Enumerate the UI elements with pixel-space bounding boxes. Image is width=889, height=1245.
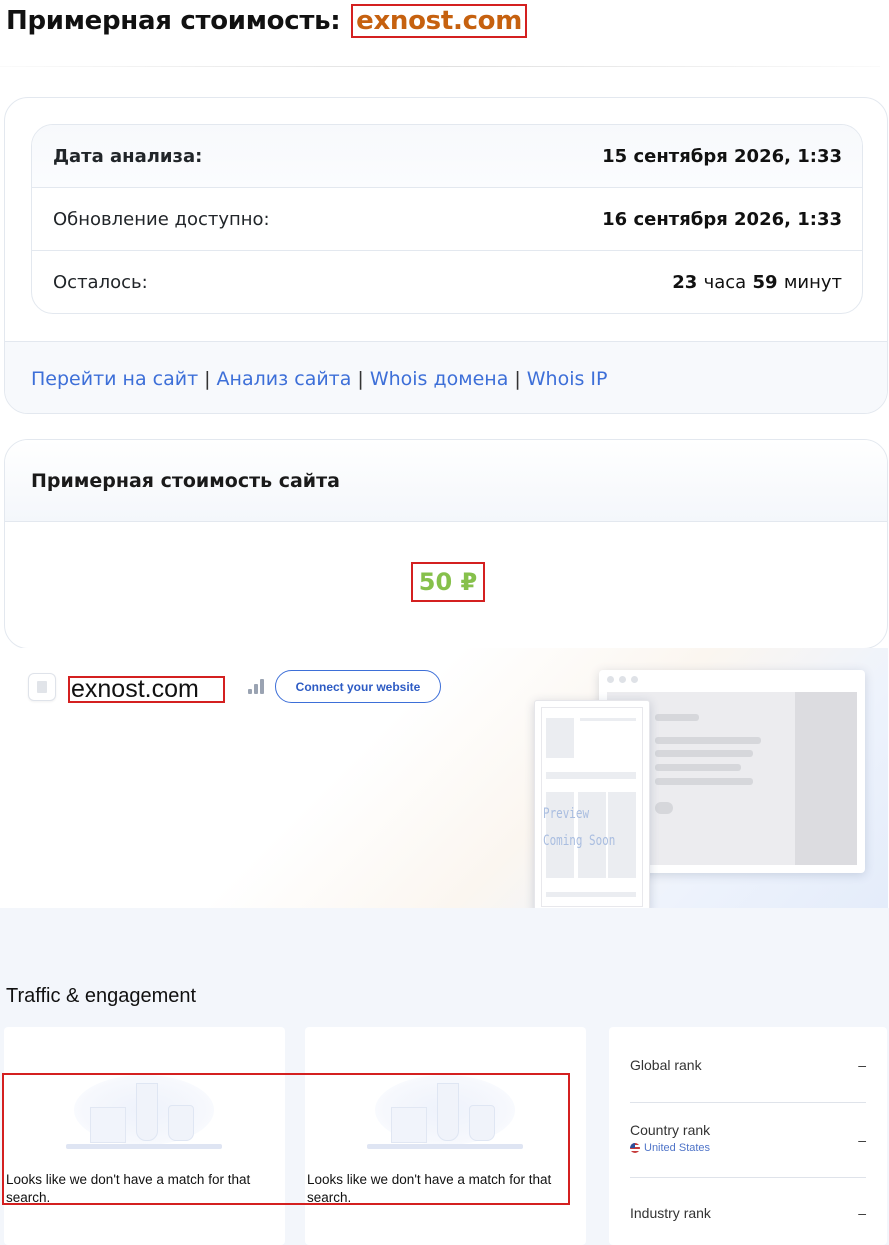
remaining-hours-unit: часа [703, 272, 747, 293]
connect-website-button[interactable]: Connect your website [275, 670, 441, 703]
update-available-row: Обновление доступно: 16 сентября 2026, 1… [32, 188, 862, 251]
page-title: Примерная стоимость: exnost.com [6, 4, 528, 38]
remaining-minutes-unit: минут [783, 272, 842, 293]
link-site-analysis[interactable]: Анализ сайта [217, 368, 352, 390]
link-whois-domain[interactable]: Whois домена [370, 368, 509, 390]
site-preview-hero: exnost.com Connect your website Preview [4, 648, 888, 908]
analysis-date-label: Дата анализа: [53, 145, 203, 167]
hero-domain[interactable]: exnost.com [68, 676, 225, 703]
traffic-card-1: Looks like we don't have a match for tha… [4, 1027, 285, 1245]
page-title-prefix: Примерная стоимость: [6, 6, 341, 36]
remaining-minutes: 59 [752, 272, 778, 293]
analysis-date-row: Дата анализа: 15 сентября 2026, 1:33 [32, 125, 862, 188]
valuation-title: Примерная стоимость сайта [5, 440, 887, 522]
mobile-preview-mockup: Preview Coming Soon [534, 700, 650, 908]
remaining-hours: 23 [672, 272, 698, 293]
rank-card: Global rank – Country rank – United Stat… [609, 1027, 887, 1245]
global-rank-row: Global rank – [630, 1057, 866, 1103]
analysis-info-table: Дата анализа: 15 сентября 2026, 1:33 Обн… [31, 124, 863, 314]
document-icon [28, 673, 56, 701]
link-separator: | [204, 367, 211, 390]
country-name: United States [644, 1142, 711, 1154]
traffic-title: Traffic & engagement [6, 985, 197, 1007]
country-rank-label: Country rank [630, 1122, 711, 1138]
industry-rank-label: Industry rank [630, 1205, 711, 1221]
analysis-card: Дата анализа: 15 сентября 2026, 1:33 Обн… [4, 97, 888, 414]
analysis-date-value: 15 сентября 2026, 1:33 [602, 145, 842, 167]
update-available-label: Обновление доступно: [53, 208, 270, 230]
global-rank-value: – [858, 1057, 866, 1073]
remaining-row: Осталось: 23 часа 59 минут [32, 251, 862, 313]
empty-state-message: Looks like we don't have a match for tha… [6, 1172, 251, 1205]
site-links-bar: Перейти на сайт | Анализ сайта | Whois д… [5, 341, 887, 413]
update-available-value: 16 сентября 2026, 1:33 [602, 208, 842, 230]
empty-state-illustration-icon [66, 1075, 222, 1153]
link-separator: | [357, 367, 364, 390]
us-flag-icon [630, 1143, 640, 1153]
remaining-label: Осталось: [53, 272, 148, 293]
page-title-domain: exnost.com [351, 4, 528, 38]
industry-rank-row: Industry rank – [630, 1205, 866, 1245]
industry-rank-value: – [858, 1205, 866, 1221]
link-go-to-site[interactable]: Перейти на сайт [31, 368, 198, 390]
valuation-card: Примерная стоимость сайта 50 ₽ [4, 439, 888, 649]
link-separator: | [514, 367, 521, 390]
country-selector[interactable]: United States [630, 1142, 866, 1154]
link-whois-ip[interactable]: Whois IP [527, 368, 608, 390]
preview-coming-soon-text: Preview Coming Soon [543, 806, 616, 849]
empty-state-illustration-icon [367, 1075, 523, 1153]
signal-bars-icon [248, 678, 264, 694]
global-rank-label: Global rank [630, 1057, 702, 1073]
valuation-price: 50 ₽ [411, 562, 485, 602]
country-rank-row: Country rank – United States [630, 1122, 866, 1178]
country-rank-value: – [858, 1132, 866, 1148]
empty-state-message: Looks like we don't have a match for tha… [307, 1172, 552, 1205]
remaining-value: 23 часа 59 минут [672, 272, 842, 293]
title-divider [0, 66, 880, 67]
traffic-card-2: Looks like we don't have a match for tha… [305, 1027, 586, 1245]
